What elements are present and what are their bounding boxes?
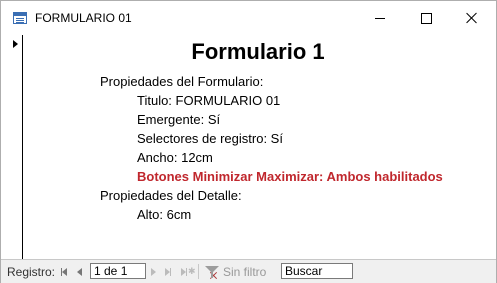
next-record-button[interactable] (151, 260, 156, 283)
close-button[interactable] (449, 1, 495, 35)
detail-properties-label: Propiedades del Detalle: (100, 188, 242, 203)
minimize-button[interactable] (357, 1, 403, 35)
maximize-button[interactable] (403, 1, 449, 35)
current-record-input[interactable]: 1 de 1 (90, 263, 146, 279)
last-record-icon (165, 267, 171, 276)
new-record-button[interactable]: ✱ (181, 260, 196, 283)
title-property: Titulo: FORMULARIO 01 (137, 93, 281, 108)
form-detail: Formulario 1 Propiedades del Formulario:… (23, 35, 493, 259)
filter-icon (205, 265, 219, 279)
title-bar[interactable]: FORMULARIO 01 (1, 1, 496, 35)
record-navigation-bar: Registro: 1 de 1 ✱ Sin filtro Buscar (1, 259, 496, 283)
record-selector[interactable] (7, 35, 23, 259)
record-selectors-property: Selectores de registro: Sí (137, 131, 283, 146)
first-record-icon (61, 267, 67, 276)
last-record-button[interactable] (165, 260, 171, 283)
filter-toggle[interactable]: Sin filtro (205, 260, 266, 283)
height-property: Alto: 6cm (137, 207, 192, 222)
form-window: FORMULARIO 01 Formulario 1 Propiedades d… (0, 0, 497, 283)
filter-label: Sin filtro (223, 264, 267, 279)
form-heading: Formulario 1 (191, 39, 325, 64)
navbar-divider (198, 264, 199, 279)
search-input[interactable]: Buscar (281, 263, 353, 279)
form-icon (13, 12, 27, 24)
previous-record-button[interactable] (77, 260, 82, 283)
previous-record-icon (77, 267, 82, 276)
popup-property: Emergente: Sí (137, 112, 221, 127)
first-record-button[interactable] (61, 260, 67, 283)
record-label: Registro: (7, 264, 56, 279)
close-icon (466, 12, 478, 24)
min-max-buttons-property: Botones Minimizar Maximizar: Ambos habil… (137, 169, 443, 184)
record-selector-arrow-icon (13, 40, 18, 48)
width-property: Ancho: 12cm (137, 150, 213, 165)
next-record-icon (151, 267, 156, 276)
new-record-icon: ✱ (181, 267, 196, 276)
minimize-icon (375, 17, 385, 19)
window-title: FORMULARIO 01 (35, 11, 132, 25)
form-properties-label: Propiedades del Formulario: (100, 74, 264, 89)
maximize-icon (420, 12, 432, 24)
